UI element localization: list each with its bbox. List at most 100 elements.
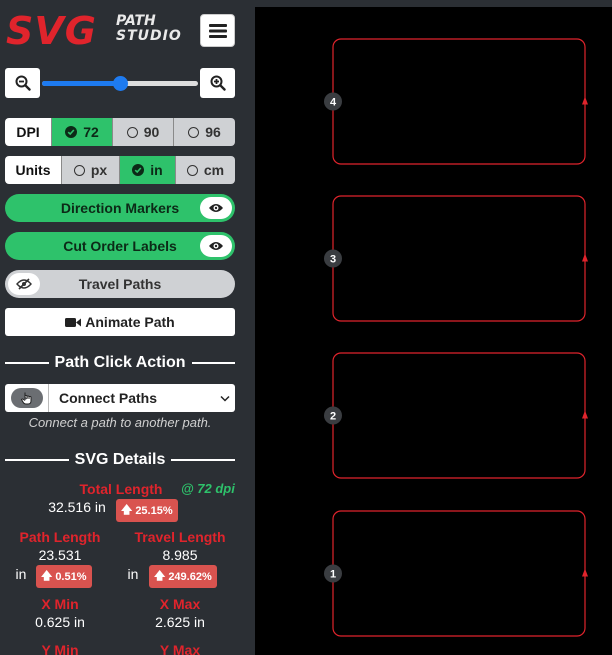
direction-marker-icon [582, 96, 588, 105]
direction-marker-icon [582, 410, 588, 419]
path-outline[interactable] [332, 510, 586, 637]
hand-pointer-button [5, 384, 49, 412]
zoom-in-button[interactable] [200, 68, 235, 98]
radio-icon [73, 164, 85, 176]
units-label: Units [5, 156, 62, 184]
cut-path-4[interactable]: 4 [324, 38, 588, 165]
logo-svg-text: SVG [6, 9, 97, 53]
path-length-change-badge: 🡅 0.51% [36, 565, 92, 588]
check-circle-icon [65, 126, 78, 138]
x-min-value: 0.625 in [35, 614, 85, 630]
path-outline[interactable] [332, 38, 586, 165]
eye-slash-icon [16, 278, 32, 290]
eye-icon [209, 204, 223, 212]
svg-details-title: SVG Details [74, 451, 166, 468]
cut-order-label: 4 [330, 97, 337, 109]
path-length-change: 0.51% [55, 570, 87, 583]
dpi-label: DPI [5, 118, 52, 146]
travel-length-value: 8.985 [162, 547, 198, 563]
travel-paths-toggle[interactable]: Travel Paths [5, 270, 235, 298]
x-min-label: X Min [41, 596, 79, 612]
dpi-option-72[interactable]: 72 [52, 118, 113, 146]
direction-markers-toggle[interactable]: Direction Markers [5, 194, 235, 222]
arrow-up-icon: 🡅 [41, 570, 53, 582]
zoom-slider-fill [42, 81, 120, 86]
animate-path-button[interactable]: Animate Path [5, 308, 235, 336]
total-length-change-badge: 🡅 25.15% [116, 499, 178, 522]
svg-preview[interactable]: 4 3 2 1 [255, 7, 612, 655]
path-length-label: Path Length [19, 529, 101, 545]
zoom-out-button[interactable] [5, 68, 40, 98]
zoom-slider-thumb[interactable] [113, 76, 128, 91]
y-max-label: Y Max [159, 642, 201, 655]
toggle-knob [8, 273, 40, 295]
direction-marker-icon [582, 568, 588, 577]
cut-order-label: 3 [330, 254, 336, 266]
x-max-value: 2.625 in [155, 614, 205, 630]
units-option-cm[interactable]: cm [176, 156, 235, 184]
radio-icon [126, 126, 138, 138]
animate-path-label: Animate Path [85, 314, 175, 330]
cut-path-2[interactable]: 2 [324, 352, 588, 479]
units-selector: Units px in cm [5, 156, 235, 184]
path-click-action-value: Connect Paths [59, 390, 158, 406]
x-max-label: X Max [159, 596, 201, 612]
cut-order-labels-toggle[interactable]: Cut Order Labels [5, 232, 235, 260]
cut-order-label: 1 [330, 569, 336, 581]
zoom-control [5, 68, 235, 98]
zoom-slider[interactable] [42, 76, 198, 91]
cut-order-labels-label: Cut Order Labels [63, 238, 177, 254]
svg-details-heading: SVG Details [5, 451, 236, 469]
dpi-option-label: 72 [83, 124, 99, 140]
path-outline[interactable] [332, 352, 586, 479]
cut-path-1[interactable]: 1 [324, 510, 588, 637]
svg-canvas[interactable]: 4 3 2 1 [255, 7, 612, 655]
units-option-px[interactable]: px [62, 156, 120, 184]
total-length-value: 32.516 in [48, 499, 106, 515]
zoom-out-icon [15, 75, 31, 91]
radio-icon [186, 164, 198, 176]
logo-path-text: PATH [116, 13, 156, 29]
hand-pointer-icon [20, 392, 31, 405]
travel-length-unit: in [127, 566, 139, 582]
arrow-up-icon: 🡅 [154, 570, 166, 582]
dpi-option-90[interactable]: 90 [113, 118, 174, 146]
path-click-action-select[interactable]: Connect Paths [5, 384, 235, 412]
units-option-label: cm [203, 162, 225, 178]
check-circle-icon [132, 164, 145, 176]
path-outline[interactable] [332, 195, 586, 322]
logo-studio-text: STUDIO [116, 28, 182, 44]
hamburger-icon [208, 23, 227, 38]
cut-order-label: 2 [330, 411, 336, 423]
units-option-label: in [150, 162, 163, 178]
total-length-change: 25.15% [135, 504, 173, 517]
y-min-label: Y Min [41, 642, 79, 655]
path-click-action-title: Path Click Action [54, 354, 186, 371]
dpi-note: @ 72 dpi [181, 481, 235, 496]
path-length-value: 23.531 [38, 547, 82, 563]
dpi-option-96[interactable]: 96 [174, 118, 235, 146]
units-option-in[interactable]: in [120, 156, 176, 184]
dpi-option-label: 96 [205, 124, 221, 140]
toggle-knob [200, 197, 232, 219]
menu-button[interactable] [200, 14, 235, 47]
toggle-knob [200, 235, 232, 257]
cut-path-3[interactable]: 3 [324, 195, 588, 322]
travel-length-label: Travel Length [134, 529, 226, 545]
travel-length-change: 249.62% [168, 570, 212, 583]
panel-divider [243, 0, 255, 655]
video-camera-icon [65, 317, 82, 327]
path-click-action-heading: Path Click Action [5, 354, 236, 372]
sidebar: SVG PATH STUDIO DPI 72 90 96 Units px in… [0, 0, 243, 655]
path-length-unit: in [15, 566, 27, 582]
travel-paths-label: Travel Paths [78, 276, 162, 292]
total-length-label: Total Length [79, 481, 163, 497]
zoom-in-icon [210, 75, 226, 91]
direction-marker-icon [582, 253, 588, 262]
eye-icon [209, 242, 223, 250]
direction-markers-label: Direction Markers [60, 200, 180, 216]
chevron-down-icon [215, 395, 235, 402]
dpi-option-label: 90 [143, 124, 160, 140]
units-option-label: px [90, 162, 108, 178]
radio-icon [188, 126, 200, 138]
